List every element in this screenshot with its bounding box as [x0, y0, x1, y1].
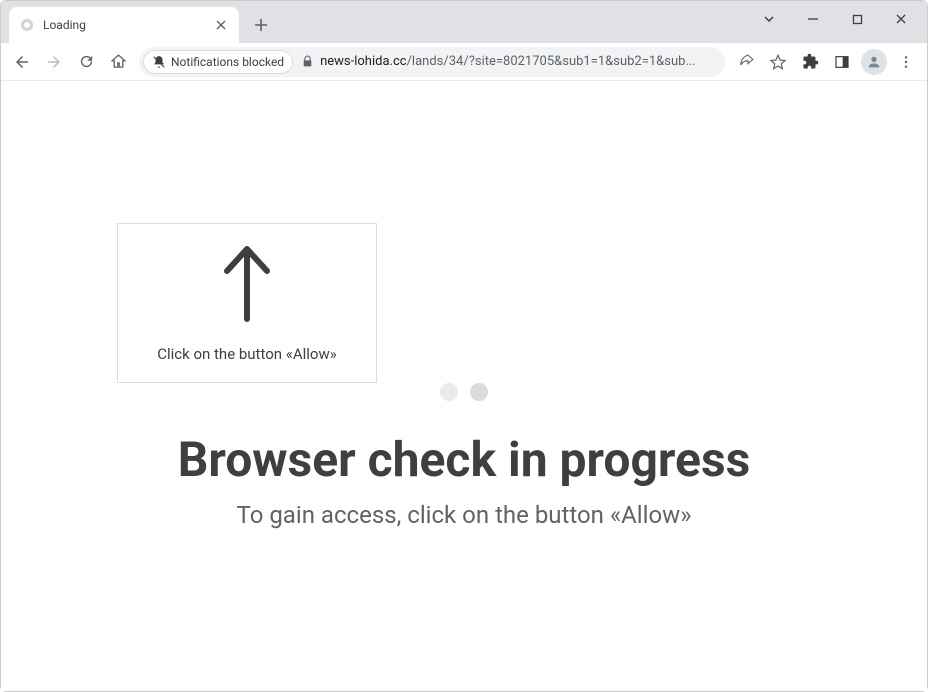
- page-subhead: To gain access, click on the button «All…: [1, 501, 927, 529]
- maximize-button[interactable]: [835, 4, 879, 34]
- menu-button[interactable]: [891, 47, 921, 77]
- extensions-button[interactable]: [795, 47, 825, 77]
- browser-tab[interactable]: Loading: [9, 7, 239, 43]
- lock-icon[interactable]: [301, 55, 314, 68]
- loading-spinner: [440, 383, 488, 401]
- bookmark-button[interactable]: [763, 47, 793, 77]
- url-text: news-lohida.cc/lands/34/?site=8021705&su…: [320, 54, 715, 69]
- reload-button[interactable]: [71, 47, 101, 77]
- profile-button[interactable]: [859, 47, 889, 77]
- sidepanel-button[interactable]: [827, 47, 857, 77]
- spinner-dot-icon: [440, 383, 458, 401]
- arrow-up-icon: [219, 243, 275, 327]
- chevron-down-icon[interactable]: [747, 4, 791, 34]
- url-path: /lands/34/?site=8021705&sub1=1&sub2=1&su…: [407, 54, 696, 69]
- browser-titlebar: Loading: [1, 1, 927, 43]
- tab-close-button[interactable]: [213, 17, 229, 33]
- new-tab-button[interactable]: [247, 11, 275, 39]
- callout-text: Click on the button «Allow»: [157, 345, 337, 363]
- spinner-dot-icon: [470, 383, 488, 401]
- notifications-blocked-chip[interactable]: Notifications blocked: [143, 50, 293, 74]
- address-bar[interactable]: Notifications blocked news-lohida.cc/lan…: [139, 47, 725, 77]
- allow-callout-box: Click on the button «Allow»: [117, 223, 377, 383]
- tab-favicon-icon: [19, 17, 35, 33]
- home-button[interactable]: [103, 47, 133, 77]
- close-window-button[interactable]: [879, 4, 923, 34]
- url-domain: news-lohida.cc: [320, 54, 406, 69]
- minimize-button[interactable]: [791, 4, 835, 34]
- page-content: Click on the button «Allow» Browser chec…: [1, 81, 927, 691]
- avatar-icon: [861, 49, 887, 75]
- forward-button[interactable]: [39, 47, 69, 77]
- bell-off-icon: [152, 55, 166, 69]
- browser-toolbar: Notifications blocked news-lohida.cc/lan…: [1, 43, 927, 81]
- back-button[interactable]: [7, 47, 37, 77]
- window-controls: [747, 1, 923, 37]
- share-button[interactable]: [731, 47, 761, 77]
- notifications-blocked-label: Notifications blocked: [171, 55, 284, 69]
- tab-title: Loading: [43, 18, 213, 32]
- page-headline: Browser check in progress: [1, 431, 927, 488]
